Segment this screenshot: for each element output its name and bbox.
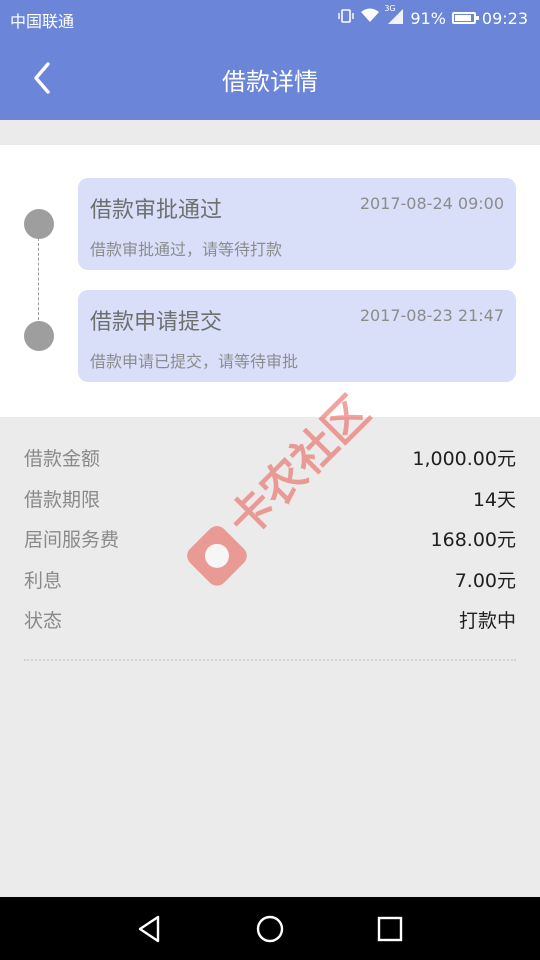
detail-value: 7.00元 — [454, 569, 516, 592]
nav-recents-button[interactable] — [372, 911, 408, 947]
detail-row-amount: 借款金额 1,000.00元 — [24, 440, 516, 481]
timeline-dot — [24, 209, 54, 239]
page-title: 借款详情 — [222, 68, 318, 96]
timeline-dot — [24, 321, 54, 351]
signal-icon: 3G — [384, 4, 404, 28]
system-nav-bar — [0, 897, 540, 960]
detail-label: 居间服务费 — [24, 529, 120, 551]
timeline-item-title: 借款申请提交 — [90, 310, 223, 335]
timeline-item-approved: 借款审批通过 2017-08-24 09:00 借款审批通过，请等待打款 — [78, 178, 516, 270]
wifi-icon — [360, 8, 380, 28]
timeline-card: 借款审批通过 2017-08-24 09:00 借款审批通过，请等待打款 借款申… — [0, 145, 540, 417]
timeline-item-desc: 借款申请已提交，请等待审批 — [90, 352, 299, 371]
detail-row-service-fee: 居间服务费 168.00元 — [24, 521, 516, 562]
timeline-connector — [38, 223, 39, 335]
detail-value: 打款中 — [458, 610, 516, 632]
vibrate-icon — [338, 8, 355, 28]
detail-row-term: 借款期限 14天 — [24, 481, 516, 522]
nav-back-button[interactable] — [132, 911, 168, 947]
detail-row-status: 状态 打款中 — [24, 602, 516, 643]
detail-label: 借款期限 — [24, 488, 101, 511]
timeline-item-time: 2017-08-24 09:00 — [359, 194, 504, 213]
timeline-item-desc: 借款审批通过，请等待打款 — [90, 240, 283, 259]
battery-icon — [451, 12, 479, 24]
detail-label: 状态 — [24, 610, 63, 632]
circle-home-icon — [256, 915, 284, 943]
detail-row-interest: 利息 7.00元 — [24, 562, 516, 603]
title-bar: 借款详情 — [0, 36, 540, 120]
divider — [24, 659, 516, 661]
detail-value: 168.00元 — [430, 529, 516, 551]
battery-percent: 91% — [410, 8, 446, 28]
detail-value: 1,000.00元 — [412, 448, 516, 470]
status-bar: 中国联通 3G 91% 09:23 — [0, 0, 540, 36]
carrier-label: 中国联通 — [10, 12, 75, 31]
detail-label: 利息 — [24, 569, 63, 592]
timeline-item-title: 借款审批通过 — [90, 198, 223, 223]
square-recents-icon — [377, 916, 403, 942]
status-icons: 3G 91% 09:23 — [338, 4, 528, 28]
loan-details: 借款金额 1,000.00元 借款期限 14天 居间服务费 168.00元 利息… — [24, 440, 516, 643]
detail-label: 借款金额 — [24, 448, 101, 470]
timeline-item-submitted: 借款申请提交 2017-08-23 21:47 借款申请已提交，请等待审批 — [78, 290, 516, 382]
detail-value: 14天 — [472, 488, 516, 511]
triangle-back-icon — [138, 915, 160, 943]
nav-home-button[interactable] — [252, 911, 288, 947]
network-type-label: 3G — [384, 4, 396, 13]
clock: 09:23 — [481, 8, 528, 28]
timeline-item-time: 2017-08-23 21:47 — [359, 306, 504, 325]
